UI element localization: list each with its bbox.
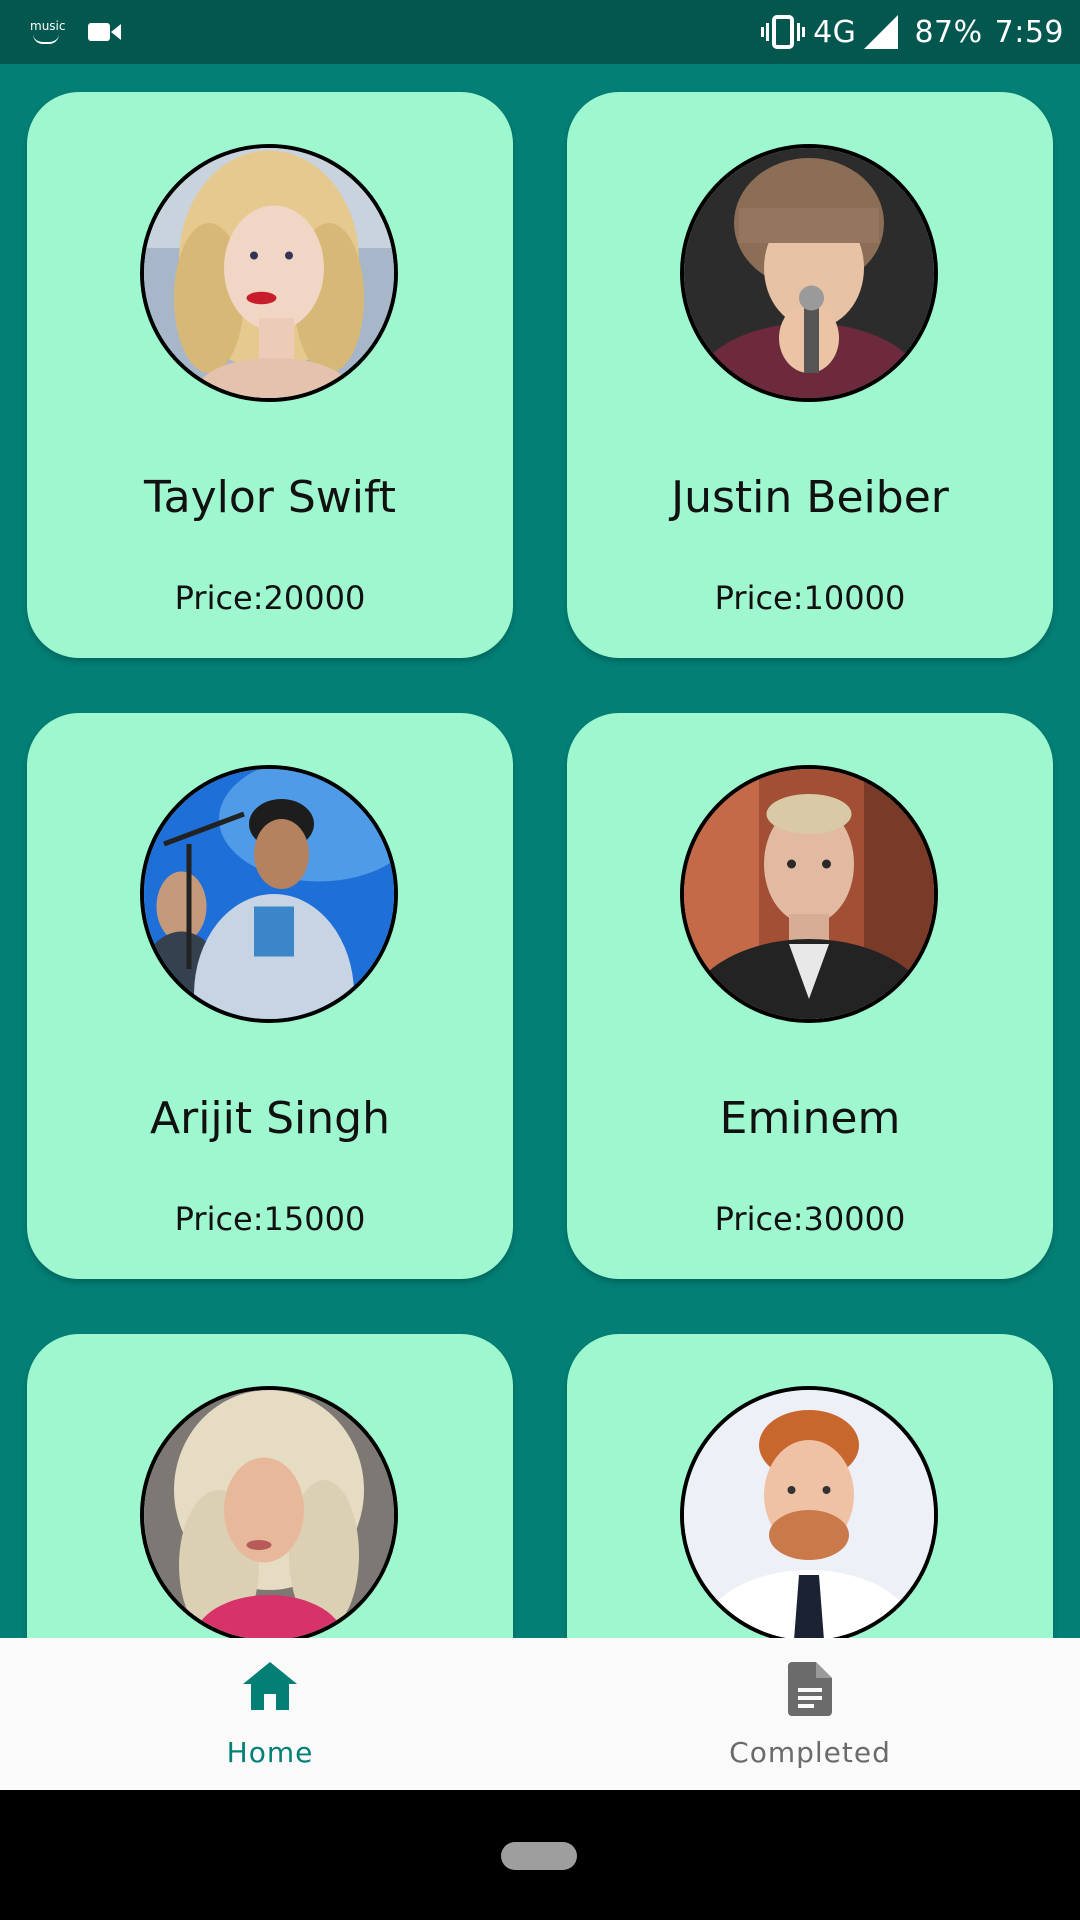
nav-item-home[interactable]: Home [0, 1638, 540, 1790]
artist-price: Price:10000 [714, 579, 906, 617]
status-bar-system: 4G 87% 7:59 [761, 10, 1064, 54]
nav-label-completed: Completed [729, 1736, 891, 1769]
ed-sheeran-photo [684, 1390, 934, 1638]
clock: 7:59 [994, 14, 1064, 50]
artist-price: Price:15000 [174, 1200, 366, 1238]
artist-avatar [140, 765, 398, 1023]
home-icon [243, 1662, 297, 1710]
artist-avatar [140, 1386, 398, 1638]
nav-label-home: Home [226, 1736, 314, 1769]
artist-name: Eminem [719, 1093, 901, 1144]
artist-card[interactable]: Justin Beiber Price:10000 [567, 92, 1053, 658]
eminem-photo [684, 769, 934, 1019]
artist-price: Price:20000 [174, 579, 366, 617]
music-label: music [30, 19, 66, 33]
artist-name: Justin Beiber [671, 472, 949, 523]
status-bar-notifications: music [30, 14, 122, 50]
arijit-singh-photo [144, 769, 394, 1019]
nav-item-completed[interactable]: Completed [540, 1638, 1080, 1790]
amazon-music-icon: music [30, 19, 66, 44]
artist-avatar [680, 765, 938, 1023]
network-type: 4G [813, 14, 857, 50]
signal-icon [864, 15, 899, 49]
justin-beiber-photo [684, 148, 934, 398]
status-bar: music 4G 87% 7:59 [0, 0, 1080, 64]
artist-card[interactable] [27, 1334, 513, 1638]
artist-avatar [140, 144, 398, 402]
artist-card[interactable] [567, 1334, 1053, 1638]
artist-name: Taylor Swift [144, 472, 396, 523]
document-icon [788, 1662, 832, 1716]
video-camera-icon [88, 23, 121, 41]
artist-card[interactable]: Eminem Price:30000 [567, 713, 1053, 1279]
system-home-handle[interactable] [501, 1842, 577, 1870]
system-navigation-bar [0, 1790, 1080, 1920]
app-screen: music 4G 87% 7:59 Taylor Swift Price:200… [0, 0, 1080, 1920]
vibrate-icon [761, 15, 806, 49]
artist-grid: Taylor Swift Price:20000 Justin Beiber P… [0, 64, 1080, 1638]
battery-percent: 87% [914, 14, 983, 50]
bottom-navigation: Home Completed [0, 1638, 1080, 1790]
artist-avatar [680, 1386, 938, 1638]
taylor-swift-photo [144, 148, 394, 398]
blonde-singer-photo [144, 1390, 394, 1638]
artist-price: Price:30000 [714, 1200, 906, 1238]
artist-card[interactable]: Arijit Singh Price:15000 [27, 713, 513, 1279]
artist-name: Arijit Singh [150, 1093, 390, 1144]
artist-avatar [680, 144, 938, 402]
artist-card[interactable]: Taylor Swift Price:20000 [27, 92, 513, 658]
